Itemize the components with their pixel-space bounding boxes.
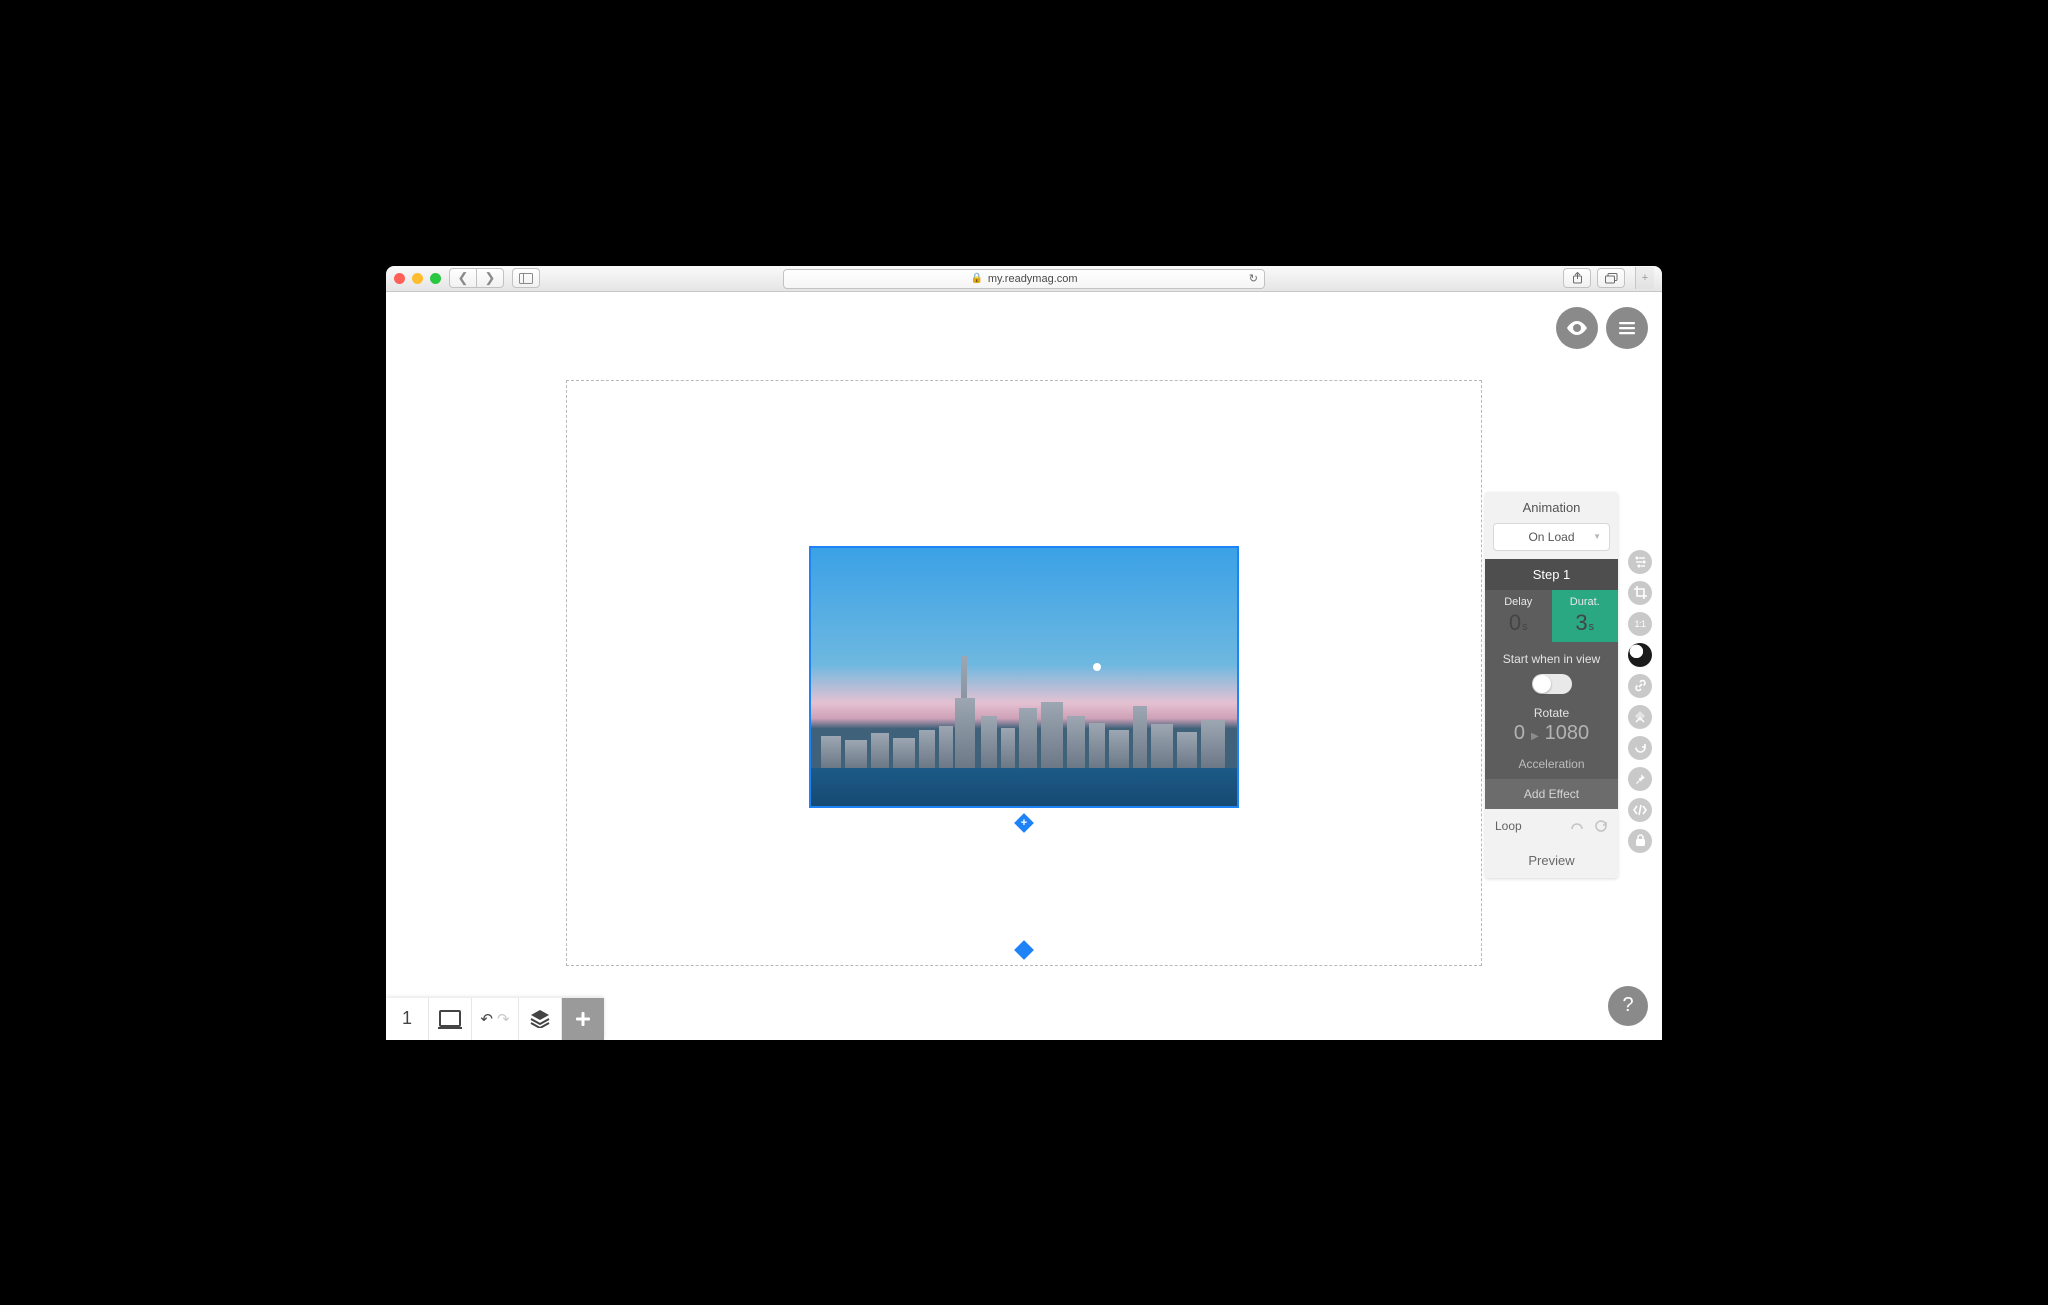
app-viewport: 1:1 Animation On L [386, 292, 1662, 1040]
duration-label: Durat. [1570, 596, 1600, 608]
trigger-value: On Load [1528, 530, 1574, 544]
delay-label: Delay [1504, 596, 1532, 608]
duration-cell[interactable]: Durat. 3s [1552, 590, 1619, 642]
page-number-button[interactable]: 1 [386, 998, 429, 1040]
link-icon[interactable] [1628, 674, 1652, 698]
window-controls [394, 273, 441, 284]
lock-icon: 🔒 [970, 273, 982, 284]
arrange-icon[interactable] [1628, 705, 1652, 729]
device-button[interactable] [429, 998, 472, 1040]
start-in-view-label: Start when in view [1493, 652, 1610, 666]
undo-icon: ↶ [480, 1010, 493, 1028]
rotate-icon[interactable] [1628, 736, 1652, 760]
add-effect-button[interactable]: Add Effect [1485, 779, 1618, 809]
delay-cell[interactable]: Delay 0s [1485, 590, 1552, 642]
reload-icon[interactable]: ↻ [1249, 272, 1258, 285]
loop-repeat-icon [1594, 819, 1608, 833]
image-widget[interactable] [809, 546, 1239, 808]
address-bar[interactable]: 🔒 my.readymag.com ↻ [783, 269, 1265, 289]
step-header[interactable]: Step 1 [1485, 559, 1618, 590]
rotate-values[interactable]: 0 ▶ 1080 [1493, 722, 1610, 745]
help-button[interactable]: ? [1608, 986, 1648, 1026]
rotate-to: 1080 [1545, 722, 1590, 745]
animation-panel: Animation On Load ▼ Step 1 Delay 0s Dura… [1485, 492, 1618, 878]
panel-title: Animation [1485, 492, 1618, 521]
forward-button[interactable]: ❯ [476, 268, 504, 288]
delay-unit: s [1522, 621, 1528, 633]
lock-icon[interactable] [1628, 829, 1652, 853]
pin-icon[interactable] [1628, 767, 1652, 791]
crop-icon[interactable] [1628, 581, 1652, 605]
zoom-window-icon[interactable] [430, 273, 441, 284]
arrow-right-icon: ▶ [1531, 731, 1539, 742]
redo-icon: ↷ [497, 1010, 510, 1028]
animation-icon[interactable] [1628, 643, 1652, 667]
rotate-label: Rotate [1493, 706, 1610, 720]
url-host: my.readymag.com [988, 273, 1078, 285]
loop-label: Loop [1495, 819, 1522, 833]
new-tab-button[interactable]: + [1635, 267, 1654, 289]
timing-row: Delay 0s Durat. 3s [1485, 590, 1618, 642]
start-in-view-section: Start when in view [1485, 642, 1618, 702]
duration-unit: s [1589, 621, 1595, 633]
tabs-button[interactable] [1597, 268, 1625, 288]
preview-button[interactable] [1556, 307, 1598, 349]
add-below-handle[interactable] [1014, 813, 1034, 833]
bottom-toolbar: 1 ↶ ↷ [386, 998, 604, 1040]
acceleration-label: Acceleration [1493, 757, 1610, 771]
delay-value: 0 [1509, 610, 1521, 635]
back-button[interactable]: ❮ [449, 268, 476, 288]
widget-tools-rail: 1:1 [1628, 550, 1652, 853]
layers-button[interactable] [519, 998, 562, 1040]
ratio-icon[interactable]: 1:1 [1628, 612, 1652, 636]
history-nav: ❮ ❯ [449, 268, 504, 288]
rotate-from: 0 [1514, 722, 1525, 745]
browser-chrome: ❮ ❯ 🔒 my.readymag.com ↻ + [386, 266, 1662, 292]
settings-icon[interactable] [1628, 550, 1652, 574]
trigger-dropdown[interactable]: On Load ▼ [1493, 523, 1610, 551]
add-widget-button[interactable] [562, 998, 604, 1040]
undo-redo-button[interactable]: ↶ ↷ [472, 998, 519, 1040]
minimize-window-icon[interactable] [412, 273, 423, 284]
loop-row[interactable]: Loop [1485, 809, 1618, 843]
share-button[interactable] [1563, 268, 1591, 288]
image-content [811, 548, 1237, 806]
duration-value: 3 [1575, 610, 1587, 635]
start-in-view-toggle[interactable] [1532, 674, 1572, 694]
loop-bounce-icon [1570, 820, 1586, 832]
safari-sidebar-button[interactable] [512, 268, 540, 288]
code-icon[interactable] [1628, 798, 1652, 822]
chevron-down-icon: ▼ [1593, 532, 1601, 541]
preview-animation-button[interactable]: Preview [1485, 843, 1618, 878]
menu-button[interactable] [1606, 307, 1648, 349]
close-window-icon[interactable] [394, 273, 405, 284]
desktop-icon [439, 1010, 461, 1027]
